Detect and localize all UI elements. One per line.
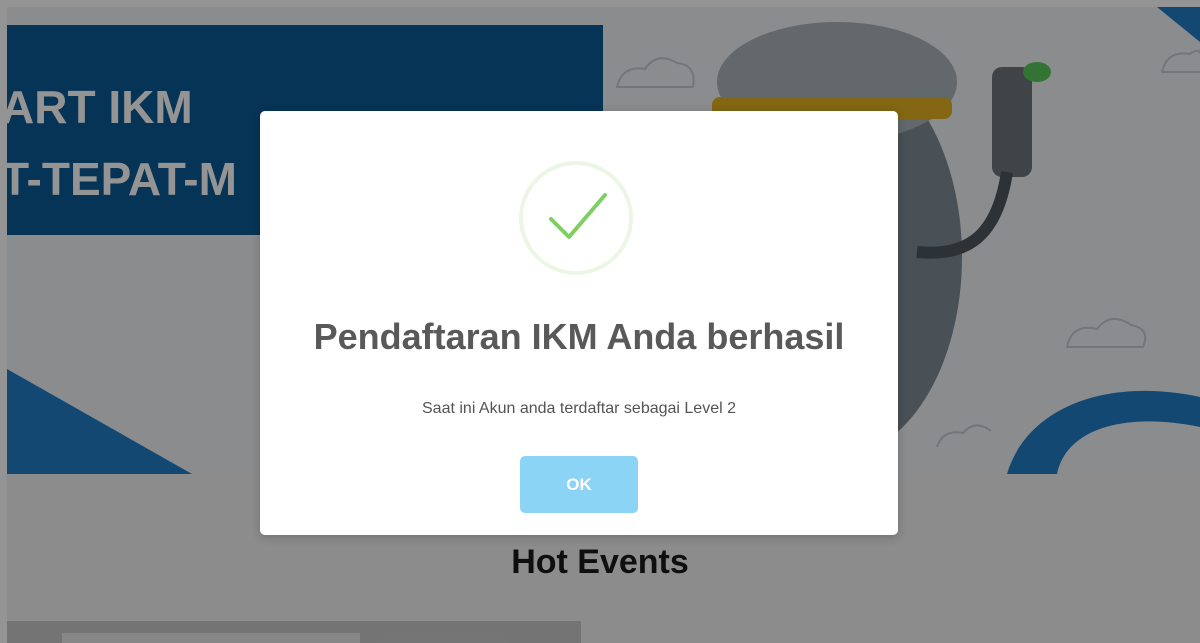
ok-button[interactable]: OK xyxy=(520,456,638,513)
dialog-message: Saat ini Akun anda terdaftar sebagai Lev… xyxy=(422,400,736,417)
success-ring xyxy=(519,161,633,275)
check-icon xyxy=(549,193,607,239)
dialog-title: Pendaftaran IKM Anda berhasil xyxy=(313,316,845,357)
success-dialog: Pendaftaran IKM Anda berhasil Saat ini A… xyxy=(260,111,898,535)
